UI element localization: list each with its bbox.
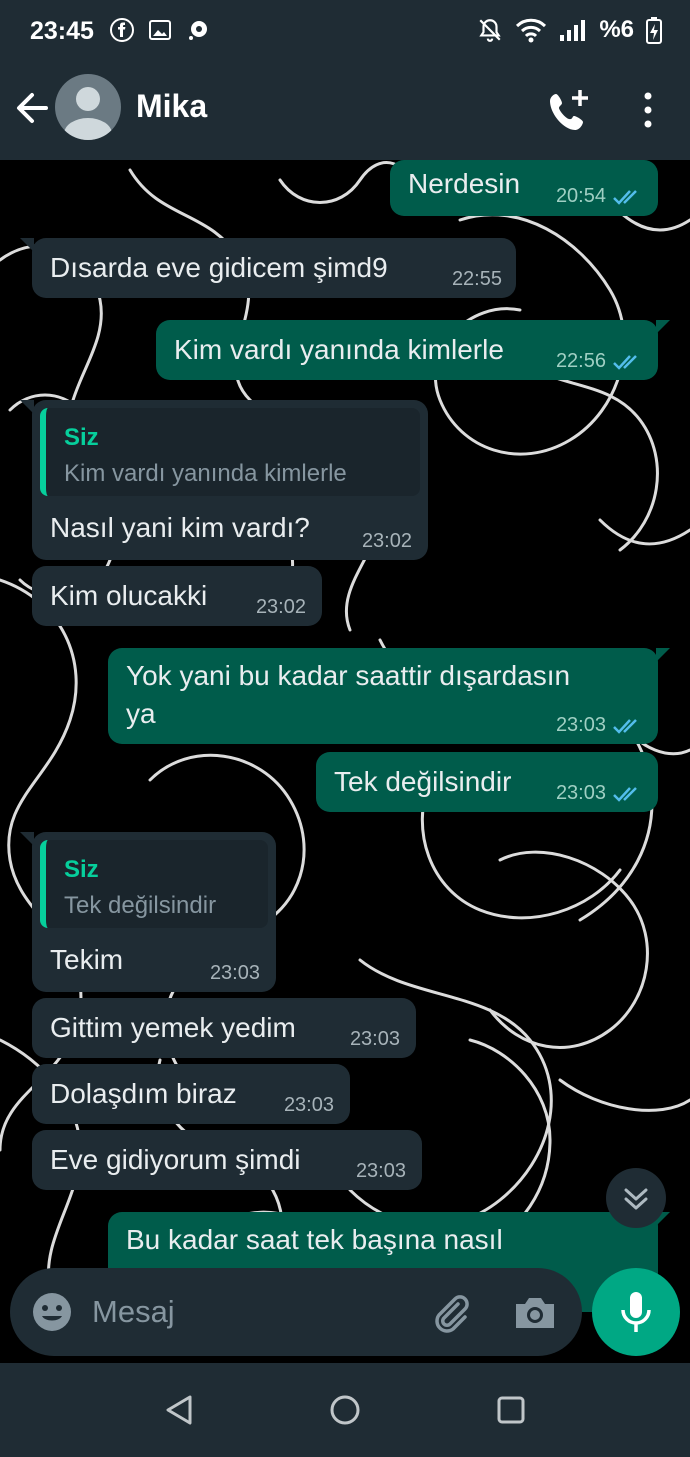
- emoji-icon[interactable]: [30, 1290, 74, 1334]
- message-time: 22:55: [451, 268, 502, 290]
- facebook-icon: [110, 18, 134, 42]
- double-check-icon: [613, 189, 637, 205]
- message-incoming-reply[interactable]: Siz Kim vardı yanında kimlerle Nasıl yan…: [20, 400, 428, 560]
- message-text: Kim vardı yanında kimlerle: [174, 334, 504, 365]
- chat-bubble-icon: [189, 21, 207, 40]
- quoted-author: Siz: [64, 424, 99, 451]
- back-arrow-icon[interactable]: [14, 88, 50, 128]
- message-incoming[interactable]: Kim olucakki 23:02: [32, 566, 322, 626]
- message-text: Eve gidiyorum şimdi: [50, 1144, 301, 1175]
- message-time: 23:03: [209, 962, 260, 984]
- message-text: Tekim: [50, 944, 124, 975]
- battery-percent: %6: [599, 16, 634, 43]
- message-meta: 23:03: [556, 782, 642, 805]
- message-meta: 23:02: [256, 596, 306, 619]
- message-incoming[interactable]: Gittim yemek yedim 23:03: [32, 998, 416, 1058]
- message-text: Nerdesin: [408, 168, 521, 199]
- status-bar: 23:45 %6: [0, 0, 690, 62]
- message-composer: Mesaj: [10, 1268, 582, 1356]
- message-text: Dısarda eve gidicem şimd9: [50, 252, 388, 283]
- notification-icons: [110, 18, 210, 42]
- message-text-line-2: ya: [126, 698, 156, 729]
- message-outgoing[interactable]: Kim vardı yanında kimlerle 22:56: [156, 320, 670, 380]
- message-time: 22:56: [555, 350, 606, 372]
- quoted-text: Tek değilsindir: [64, 892, 217, 919]
- message-incoming[interactable]: Dolaşdım biraz 23:03: [32, 1064, 350, 1124]
- wifi-icon: [516, 18, 547, 43]
- quoted-message[interactable]: Siz Kim vardı yanında kimlerle: [40, 408, 420, 496]
- message-meta: 23:03: [284, 1094, 334, 1117]
- message-time: 23:02: [255, 596, 306, 618]
- message-outgoing[interactable]: Nerdesin 20:54: [390, 160, 658, 216]
- message-meta: 23:02: [362, 530, 412, 553]
- message-time: 23:03: [555, 714, 606, 736]
- message-time: 23:03: [283, 1094, 334, 1116]
- message-time: 23:03: [355, 1160, 406, 1182]
- double-check-icon: [613, 718, 637, 734]
- contact-name[interactable]: Mika: [136, 88, 207, 125]
- message-text: Kim olucakki: [50, 580, 208, 611]
- avatar[interactable]: [55, 74, 121, 140]
- avatar-icon: [64, 87, 112, 140]
- scroll-down-icon: [624, 1188, 648, 1210]
- chat-header: Mika: [0, 62, 690, 160]
- system-nav-bar: [0, 1363, 690, 1457]
- scroll-down-button[interactable]: [606, 1168, 666, 1228]
- message-meta: 23:03: [356, 1160, 406, 1183]
- message-input[interactable]: Mesaj: [92, 1294, 175, 1330]
- quoted-author: Siz: [64, 856, 99, 883]
- message-meta: 23:03: [556, 714, 642, 737]
- system-status: %6: [477, 16, 662, 44]
- add-call-icon[interactable]: [548, 88, 592, 132]
- message-text: Bu kadar saat tek başına nasıl: [126, 1224, 503, 1255]
- status-time: 23:45: [30, 17, 94, 45]
- chat-area[interactable]: Nerdesin 20:54 Dısarda eve gidicem şimd9…: [0, 160, 690, 1363]
- signal-icon: [560, 20, 586, 41]
- message-meta: 20:54: [556, 185, 642, 208]
- more-vert-icon[interactable]: [634, 88, 662, 132]
- message-meta: 23:03: [350, 1028, 400, 1051]
- message-text: Nasıl yani kim vardı?: [50, 512, 310, 543]
- double-check-icon: [613, 354, 637, 370]
- message-time: 20:54: [555, 185, 606, 207]
- message-time: 23:03: [349, 1028, 400, 1050]
- message-meta: 22:56: [556, 350, 642, 373]
- message-text-line-1: Yok yani bu kadar saattir dışardasın: [126, 660, 571, 691]
- quoted-text: Kim vardı yanında kimlerle: [64, 460, 347, 487]
- message-outgoing[interactable]: Tek değilsindir 23:03: [316, 752, 658, 812]
- message-time: 23:03: [555, 782, 606, 804]
- message-meta: 22:55: [452, 268, 502, 291]
- message-incoming-reply[interactable]: Siz Tek değilsindir Tekim 23:03: [20, 832, 276, 992]
- nav-back-icon[interactable]: [162, 1393, 196, 1427]
- mic-button[interactable]: [592, 1268, 680, 1356]
- message-incoming[interactable]: Dısarda eve gidicem şimd9 22:55: [20, 238, 516, 298]
- battery-charging-icon: [646, 17, 662, 44]
- mute-bell-icon: [479, 19, 502, 42]
- nav-recents-icon[interactable]: [494, 1393, 528, 1427]
- quoted-message[interactable]: Siz Tek değilsindir: [40, 840, 268, 928]
- message-text: Tek değilsindir: [334, 766, 512, 797]
- message-text: Dolaşdım biraz: [50, 1078, 237, 1109]
- attach-icon[interactable]: [428, 1290, 472, 1334]
- message-time: 23:02: [361, 530, 412, 552]
- camera-icon[interactable]: [512, 1290, 558, 1334]
- gallery-icon: [149, 20, 171, 40]
- mic-icon: [621, 1292, 651, 1332]
- message-meta: 23:03: [210, 962, 260, 985]
- double-check-icon: [613, 786, 637, 802]
- message-text: Gittim yemek yedim: [50, 1012, 296, 1043]
- message-outgoing[interactable]: Yok yani bu kadar saattir dışardasın ya …: [108, 648, 670, 744]
- nav-home-icon[interactable]: [328, 1393, 362, 1427]
- message-incoming[interactable]: Eve gidiyorum şimdi 23:03: [32, 1130, 422, 1190]
